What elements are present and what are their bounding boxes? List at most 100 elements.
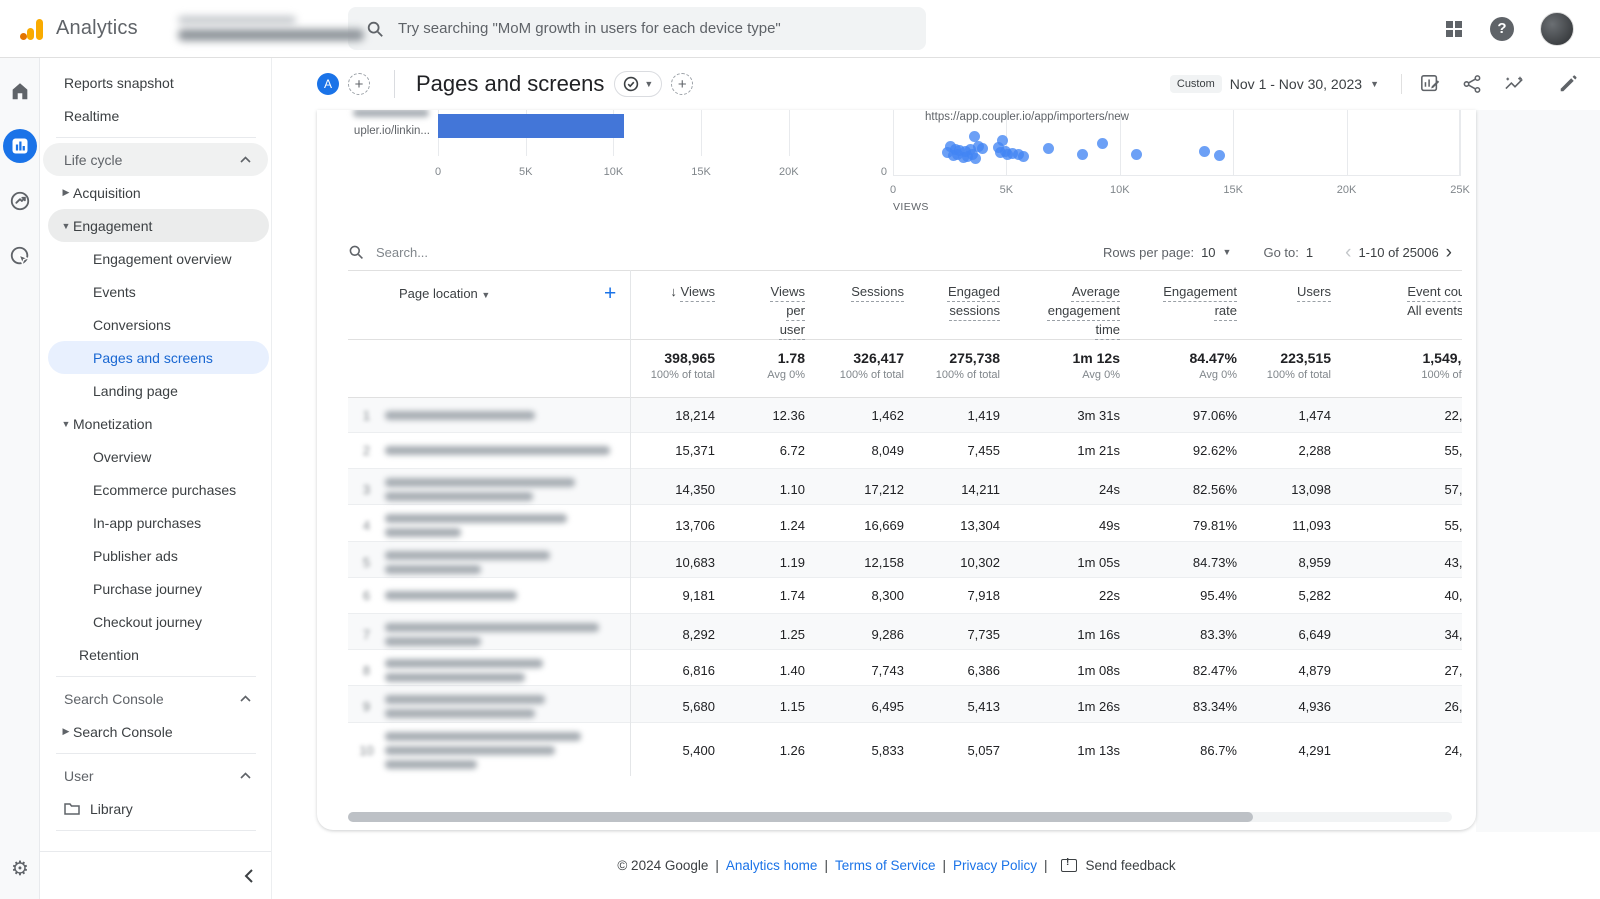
cell-engagement_rate: 97.06% <box>1192 407 1237 423</box>
scatter-point[interactable] <box>1076 148 1088 160</box>
scatter-point[interactable] <box>970 152 982 164</box>
apps-grid-icon[interactable] <box>1444 19 1464 39</box>
reports-icon[interactable] <box>2 129 37 163</box>
expand-arrow-icon[interactable]: ▶ <box>59 187 73 198</box>
column-header-sessions[interactable]: Sessions <box>819 271 918 339</box>
cell-event_count: 55,08 <box>1444 443 1462 459</box>
sidebar-item-purchase-journey[interactable]: Purchase journey <box>40 572 271 605</box>
avatar[interactable] <box>1540 11 1574 46</box>
sidebar-item-library[interactable]: Library <box>40 792 271 825</box>
add-dimension-button[interactable]: + <box>604 282 616 306</box>
rows-per-page-value[interactable]: 10 <box>1201 245 1215 260</box>
column-header-engaged_sessions[interactable]: Engaged sessions <box>918 271 1014 339</box>
send-feedback[interactable]: Send feedback <box>1086 858 1176 873</box>
expand-arrow-icon[interactable]: ▶ <box>59 726 73 737</box>
column-header-views[interactable]: ↓ Views <box>630 271 729 339</box>
table-row[interactable]: 105,4001.265,8335,0571m 13s86.7%4,29124,… <box>348 723 1462 776</box>
analytics-home-link[interactable]: Analytics home <box>726 858 818 873</box>
advertising-icon[interactable] <box>3 239 37 273</box>
chevron-down-icon[interactable]: ▼ <box>1370 79 1379 89</box>
privacy-link[interactable]: Privacy Policy <box>953 858 1037 873</box>
sidebar-item-monetization[interactable]: ▼ Monetization <box>40 407 271 440</box>
scrollbar-thumb[interactable] <box>348 812 1253 822</box>
scatter-point[interactable] <box>1097 137 1109 149</box>
scatter-point[interactable] <box>997 134 1009 146</box>
scatter-point[interactable] <box>1199 145 1211 157</box>
next-page-icon[interactable]: › <box>1446 243 1452 262</box>
table-row[interactable]: 95,6801.156,4955,4131m 26s83.34%4,93626,… <box>348 686 1462 723</box>
cell-event_count: 26,83 <box>1444 699 1462 715</box>
edit-report-icon[interactable] <box>1558 74 1578 94</box>
sidebar-item-pages-and-screens[interactable]: Pages and screens <box>48 341 269 374</box>
bar[interactable] <box>438 114 624 138</box>
explore-icon[interactable] <box>3 184 37 218</box>
share-icon[interactable] <box>1462 74 1482 94</box>
sidebar-item-engagement[interactable]: ▼ Engagement <box>48 209 269 242</box>
table-row[interactable]: 78,2921.259,2867,7351m 16s83.3%6,64934,3… <box>348 613 1462 651</box>
sidebar-item-realtime[interactable]: Realtime <box>40 99 271 132</box>
table-row[interactable]: 1 18,214 12.36 1,462 1,419 3m 31s 97.06% 1,474 2… <box>348 398 1462 433</box>
collapse-arrow-icon[interactable]: ▼ <box>59 221 73 231</box>
sidebar-item-engagement-overview[interactable]: Engagement overview <box>40 242 271 275</box>
table-row[interactable]: 4 13,706 1.24 16,669 13,304 49s 79.81% 11,093 55… <box>348 505 1462 542</box>
collapse-arrow-icon[interactable]: ▼ <box>59 419 73 429</box>
sidebar-item-acquisition[interactable]: ▶ Acquisition <box>40 176 271 209</box>
goto-page-input[interactable]: 1 <box>1306 245 1313 260</box>
global-search[interactable] <box>348 7 926 50</box>
table-row[interactable]: 69,1811.748,3007,91822s95.4%5,28240,18 <box>348 578 1462 614</box>
sidebar-item-overview[interactable]: Overview <box>40 440 271 473</box>
table-row[interactable]: 2 15,371 6.72 8,049 7,455 1m 21s 92.62% 2,288 55… <box>348 433 1462 470</box>
sidebar-item-search-console[interactable]: ▶ Search Console <box>40 715 271 748</box>
sidebar-item-landing-page[interactable]: Landing page <box>40 374 271 407</box>
admin-gear-icon[interactable]: ⚙ <box>0 856 40 881</box>
horizontal-scrollbar[interactable] <box>348 812 1452 822</box>
cell-sessions: 16,669 <box>864 518 904 534</box>
cell-views_per_user: 1.24 <box>779 518 805 534</box>
global-search-input[interactable] <box>398 20 908 37</box>
scatter-point[interactable] <box>1214 149 1226 161</box>
column-header-avg_engagement_time[interactable]: Average engagement time <box>1014 271 1134 339</box>
column-header-views_per_user[interactable]: Views per user <box>729 271 819 339</box>
chevron-down-icon[interactable]: ▼ <box>481 290 490 300</box>
help-icon[interactable]: ? <box>1490 16 1514 41</box>
add-comparison-button[interactable]: + <box>348 73 370 95</box>
sidebar-item-reports-snapshot[interactable]: Reports snapshot <box>40 66 271 99</box>
column-header-users[interactable]: Users <box>1251 271 1345 339</box>
terms-link[interactable]: Terms of Service <box>835 858 936 873</box>
table-row[interactable]: 86,8161.407,7436,3861m 08s82.47%4,87927,… <box>348 650 1462 687</box>
sidebar-item-ecommerce-purchases[interactable]: Ecommerce purchases <box>40 473 271 506</box>
home-icon[interactable] <box>3 74 37 108</box>
nav-section-user[interactable]: User <box>40 759 271 792</box>
sidebar-item-conversions[interactable]: Conversions <box>40 308 271 341</box>
sidebar-item-checkout-journey[interactable]: Checkout journey <box>40 605 271 638</box>
sidebar-item-publisher-ads[interactable]: Publisher ads <box>40 539 271 572</box>
customize-report-icon[interactable] <box>1420 74 1440 94</box>
collapse-nav-button[interactable] <box>40 851 271 899</box>
sidebar-item-in-app-purchases[interactable]: In-app purchases <box>40 506 271 539</box>
sidebar-item-events[interactable]: Events <box>40 275 271 308</box>
account-switcher-redacted[interactable] <box>177 16 364 41</box>
scatter-point[interactable] <box>1042 142 1054 154</box>
column-header-engagement_rate[interactable]: Engagement rate <box>1134 271 1251 339</box>
insights-icon[interactable] <box>1504 74 1526 94</box>
column-header-event_count[interactable]: Event countAll events ▼ <box>1345 271 1462 339</box>
comparison-chip[interactable]: A <box>317 73 339 95</box>
date-range[interactable]: Nov 1 - Nov 30, 2023 <box>1230 76 1362 92</box>
scatter-point[interactable] <box>977 142 989 154</box>
scatter-point[interactable] <box>1017 150 1029 162</box>
analytics-logo-icon[interactable] <box>18 15 46 43</box>
scatter-point[interactable] <box>1131 148 1143 160</box>
nav-section-life-cycle[interactable]: Life cycle <box>43 143 268 176</box>
table-row[interactable]: 3 14,350 1.10 17,212 14,211 24s 82.56% 13,098 57… <box>348 469 1462 506</box>
nav-section-search-console[interactable]: Search Console <box>40 682 271 715</box>
table-search-input[interactable] <box>376 244 636 260</box>
table-row[interactable]: 5 10,683 1.19 12,158 10,302 1m 05s 84.73% 8,959… <box>348 541 1462 578</box>
sidebar-item-retention[interactable]: Retention <box>40 638 271 671</box>
add-report-tab-button[interactable]: + <box>671 73 694 95</box>
chevron-down-icon[interactable]: ▼ <box>1223 247 1232 257</box>
previous-page-icon[interactable]: ‹ <box>1345 243 1351 262</box>
table-search[interactable] <box>348 244 1103 260</box>
dimension-header[interactable]: Page location ▼ + <box>348 271 630 339</box>
report-status-pill[interactable]: ▼ <box>614 71 663 97</box>
scatter-point[interactable] <box>969 130 981 142</box>
